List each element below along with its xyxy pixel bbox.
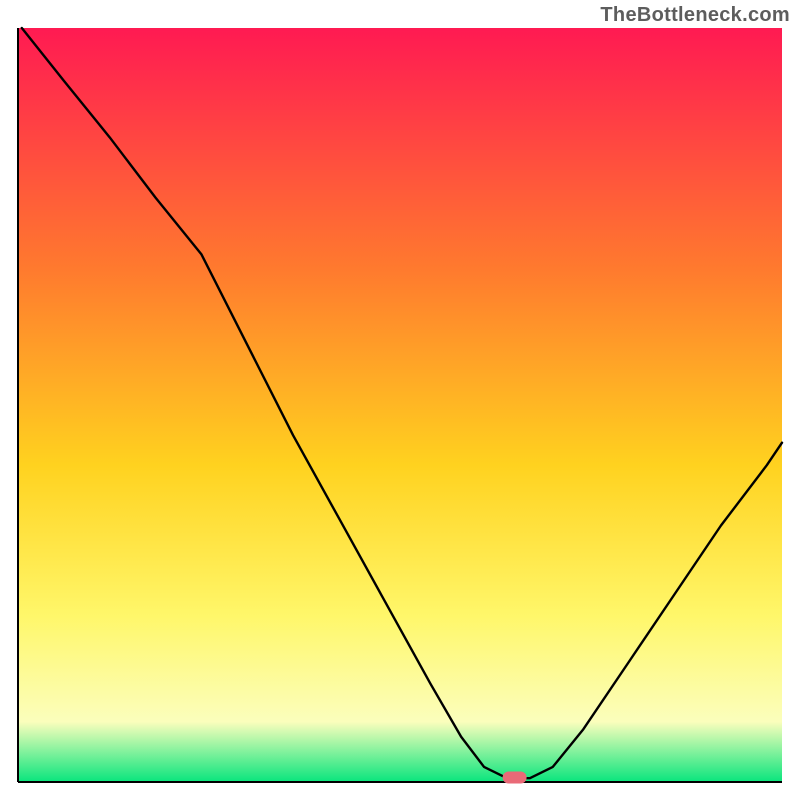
chart-container: TheBottleneck.com xyxy=(0,0,800,800)
bottleneck-chart xyxy=(0,0,800,800)
plot-background xyxy=(18,28,782,782)
watermark-text: TheBottleneck.com xyxy=(600,4,790,27)
curve-marker xyxy=(503,771,527,783)
